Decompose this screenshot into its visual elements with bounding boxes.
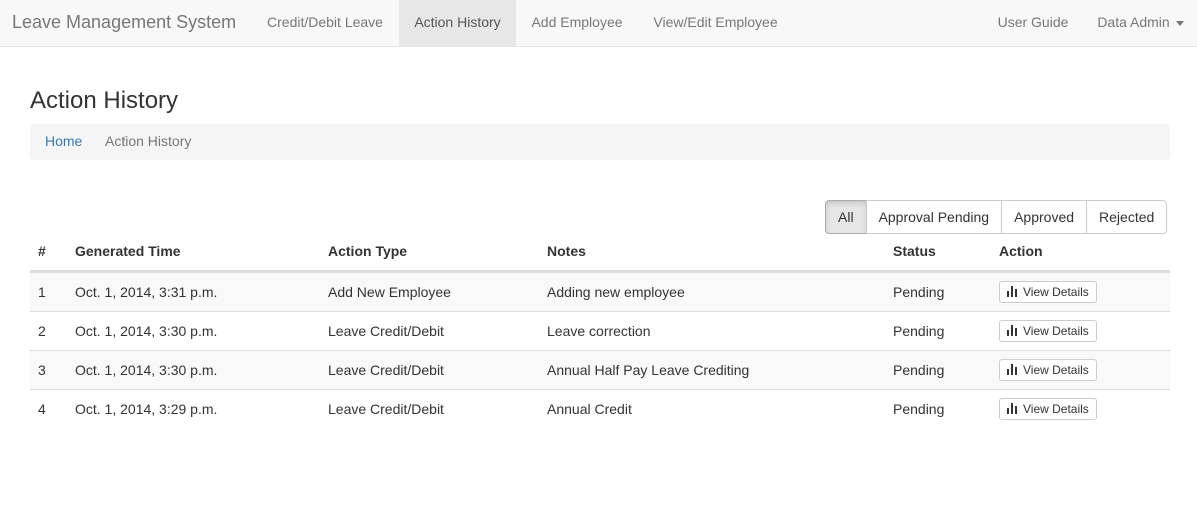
row-notes: Leave correction <box>547 323 651 339</box>
view-details-button[interactable]: View Details <box>999 398 1097 420</box>
nav-user-guide[interactable]: User Guide <box>982 0 1084 46</box>
view-details-button[interactable]: View Details <box>999 359 1097 381</box>
row-notes: Annual Half Pay Leave Crediting <box>547 362 750 378</box>
view-details-label: View Details <box>1023 285 1089 299</box>
table-row: 4 Oct. 1, 2014, 3:29 p.m. Leave Credit/D… <box>30 389 1170 428</box>
table-row: 3 Oct. 1, 2014, 3:30 p.m. Leave Credit/D… <box>30 350 1170 389</box>
row-generated-time: Oct. 1, 2014, 3:30 p.m. <box>75 362 218 378</box>
row-generated-time: Oct. 1, 2014, 3:30 p.m. <box>75 323 218 339</box>
filter-rejected-button[interactable]: Rejected <box>1086 200 1168 234</box>
filter-all-button[interactable]: All <box>825 200 867 234</box>
table-row: 1 Oct. 1, 2014, 3:31 p.m. Add New Employ… <box>30 272 1170 311</box>
row-generated-time: Oct. 1, 2014, 3:29 p.m. <box>75 401 218 417</box>
breadcrumb: Home / Action History <box>30 124 1170 160</box>
column-header-action-type: Action Type <box>328 243 408 259</box>
nav-credit-debit-leave[interactable]: Credit/Debit Leave <box>251 0 399 46</box>
row-status: Pending <box>893 401 945 417</box>
view-details-button[interactable]: View Details <box>999 320 1097 342</box>
filter-approval-pending-button[interactable]: Approval Pending <box>865 200 1003 234</box>
view-details-label: View Details <box>1023 363 1089 377</box>
column-header-action: Action <box>999 243 1043 259</box>
page-title: Action History <box>30 87 179 114</box>
navbar: Leave Management System Credit/Debit Lea… <box>0 0 1197 47</box>
view-details-button[interactable]: View Details <box>999 281 1097 303</box>
nav-add-employee[interactable]: Add Employee <box>516 0 638 46</box>
row-action-type: Leave Credit/Debit <box>328 362 444 378</box>
bar-chart-icon <box>1006 403 1018 414</box>
table-header: # Generated Time Action Type Notes Statu… <box>30 233 1170 272</box>
user-menu-label: Data Admin <box>1097 14 1170 30</box>
filter-approved-button[interactable]: Approved <box>1001 200 1088 234</box>
row-status: Pending <box>893 362 945 378</box>
user-menu-dropdown[interactable]: Data Admin <box>1084 0 1197 46</box>
bar-chart-icon <box>1006 364 1018 375</box>
status-filter-group: All Approval Pending Approved Rejected <box>825 200 1168 234</box>
bar-chart-icon <box>1006 286 1018 297</box>
row-status: Pending <box>893 284 945 300</box>
breadcrumb-home-link[interactable]: Home <box>45 124 82 159</box>
view-details-label: View Details <box>1023 324 1089 338</box>
app-brand[interactable]: Leave Management System <box>12 0 236 46</box>
row-status: Pending <box>893 323 945 339</box>
column-header-generated-time: Generated Time <box>75 243 181 259</box>
row-number: 2 <box>38 323 46 339</box>
caret-down-icon <box>1175 20 1184 26</box>
bar-chart-icon <box>1006 325 1018 336</box>
nav-action-history[interactable]: Action History <box>399 0 516 46</box>
action-history-table: # Generated Time Action Type Notes Statu… <box>30 233 1170 428</box>
row-notes: Adding new employee <box>547 284 685 300</box>
nav-view-edit-employee[interactable]: View/Edit Employee <box>638 0 793 46</box>
row-action-type: Leave Credit/Debit <box>328 323 444 339</box>
row-notes: Annual Credit <box>547 401 632 417</box>
column-header-status: Status <box>893 243 936 259</box>
row-number: 4 <box>38 401 46 417</box>
column-header-number: # <box>38 243 46 259</box>
view-details-label: View Details <box>1023 402 1089 416</box>
row-action-type: Leave Credit/Debit <box>328 401 444 417</box>
row-number: 1 <box>38 284 46 300</box>
column-header-notes: Notes <box>547 243 586 259</box>
table-row: 2 Oct. 1, 2014, 3:30 p.m. Leave Credit/D… <box>30 311 1170 350</box>
row-action-type: Add New Employee <box>328 284 451 300</box>
breadcrumb-current: Action History <box>105 133 192 149</box>
row-generated-time: Oct. 1, 2014, 3:31 p.m. <box>75 284 218 300</box>
row-number: 3 <box>38 362 46 378</box>
